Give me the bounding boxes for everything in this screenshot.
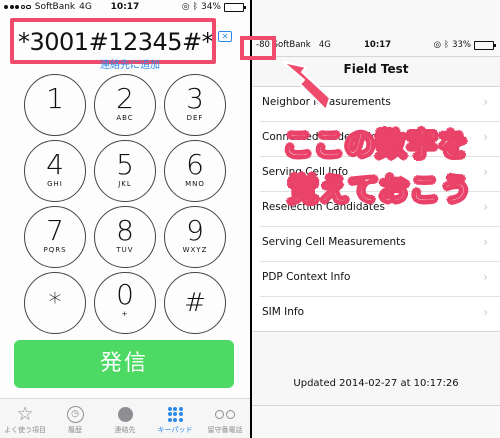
pointer-arrow-icon: [282, 61, 331, 111]
annotation-line-2: 覚えておこう: [287, 172, 472, 208]
annotation-line-1: ここの数字を: [282, 127, 469, 163]
